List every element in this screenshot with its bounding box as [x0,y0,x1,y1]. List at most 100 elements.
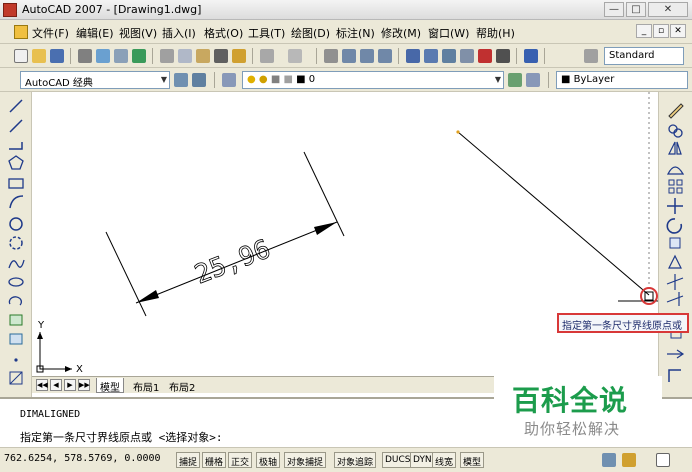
rectangle-icon[interactable] [8,178,24,189]
autocad-app-icon[interactable] [3,3,17,17]
menu-insert[interactable]: 插入(I) [162,25,196,41]
print-icon[interactable] [78,49,92,63]
revision-cloud-icon[interactable] [9,236,23,250]
menu-window[interactable]: 窗口(W) [428,25,469,41]
ellipse-icon[interactable] [8,277,24,287]
block-editor-icon[interactable] [232,49,246,63]
rotate-icon[interactable] [666,218,683,234]
new-icon[interactable] [14,49,28,63]
ortho-toggle[interactable]: 正交 [228,452,253,468]
menu-edit[interactable]: 编辑(E) [76,25,114,41]
doc-minimize-button[interactable]: _ [636,24,652,38]
design-center-icon[interactable] [424,49,438,63]
array-icon[interactable] [668,179,683,194]
move-icon[interactable] [667,198,683,214]
copy-icon[interactable] [178,49,192,63]
plot-preview-icon[interactable] [96,49,110,63]
circle-icon[interactable] [9,217,23,231]
layer-manager-icon[interactable] [222,73,236,87]
erase-icon[interactable] [668,103,684,119]
lineweight-toggle[interactable]: 线宽 [432,452,457,468]
minimize-button[interactable]: — [604,2,624,17]
text-style-select[interactable]: Standard [604,47,684,65]
save-icon[interactable] [50,49,64,63]
workspace-select[interactable]: AutoCAD 经典 ▼ [20,71,170,89]
osnap-toggle[interactable]: 对象捕捉 [284,452,327,468]
menu-file[interactable]: 文件(F) [32,25,69,41]
join-icon[interactable] [667,349,685,359]
offset-icon[interactable] [666,166,685,175]
document-icon[interactable] [14,25,28,39]
communication-center-icon[interactable] [602,453,616,467]
redo-icon[interactable] [288,49,302,63]
tab-layout1[interactable]: 布局1 [130,378,162,394]
help-icon[interactable] [524,49,538,63]
sheet-set-icon[interactable] [460,49,474,63]
save-workspace-icon[interactable] [192,73,206,87]
menu-tools[interactable]: 工具(T) [248,25,285,41]
doc-close-button[interactable]: ✕ [670,24,686,38]
polygon-icon[interactable] [8,155,24,170]
ducs-toggle[interactable]: DUCS [382,452,414,468]
zoom-realtime-icon[interactable] [342,49,356,63]
insert-block-icon[interactable] [9,314,23,326]
menu-format[interactable]: 格式(O) [204,25,243,41]
menu-dimension[interactable]: 标注(N) [336,25,375,41]
calculator-icon[interactable] [496,49,510,63]
properties-icon[interactable] [406,49,420,63]
3d-dwf-icon[interactable] [132,49,146,63]
match-properties-icon[interactable] [214,49,228,63]
tool-palettes-icon[interactable] [442,49,456,63]
open-icon[interactable] [32,49,46,63]
make-block-icon[interactable] [9,333,23,345]
last-tab-button[interactable]: ▶▶ [78,379,90,391]
polyline-icon[interactable] [9,142,23,150]
paste-icon[interactable] [196,49,210,63]
next-tab-button[interactable]: ▶ [64,379,76,391]
pan-icon[interactable] [324,49,338,63]
scale-icon[interactable] [669,237,681,249]
drawing-canvas[interactable]: 25,96 Y X [32,92,658,376]
menu-modify[interactable]: 修改(M) [381,25,421,41]
tab-model[interactable]: 模型 [96,378,124,394]
line-icon[interactable] [9,99,23,113]
arc-icon[interactable] [9,195,24,209]
lock-toolbar-icon[interactable] [622,453,636,467]
undo-icon[interactable] [260,49,274,63]
mirror-icon[interactable] [668,141,682,155]
zoom-previous-icon[interactable] [378,49,392,63]
color-select[interactable]: ■ ByLayer [556,71,688,89]
coordinate-readout[interactable]: 762.6254, 578.5769, 0.0000 [4,453,161,464]
make-layer-current-icon[interactable] [508,73,522,87]
command-prompt[interactable]: 指定第一条尺寸界线原点或 <选择对象>: [20,429,223,445]
dyn-toggle[interactable]: DYN [410,452,435,468]
snap-toggle[interactable]: 捕捉 [176,452,201,468]
zoom-window-icon[interactable] [360,49,374,63]
chamfer-icon[interactable] [668,369,681,382]
menu-help[interactable]: 帮助(H) [476,25,515,41]
doc-restore-button[interactable]: ▫ [653,24,669,38]
text-style-icon[interactable] [584,49,598,63]
grid-toggle[interactable]: 栅格 [202,452,227,468]
ellipse-arc-icon[interactable] [8,296,23,306]
layer-select[interactable]: ● ● ■ ■ ■ 0 ▼ [242,71,504,89]
stretch-icon[interactable] [668,254,682,269]
tab-layout2[interactable]: 布局2 [166,378,198,394]
point-icon[interactable] [14,358,18,362]
polar-toggle[interactable]: 极轴 [256,452,281,468]
menu-draw[interactable]: 绘图(D) [291,25,330,41]
spline-icon[interactable] [8,259,25,269]
clean-screen-icon[interactable] [656,453,670,467]
extend-icon[interactable] [666,292,684,306]
construction-line-icon[interactable] [9,119,23,133]
maximize-button[interactable]: □ [626,2,646,17]
trim-icon[interactable] [666,274,684,290]
close-button[interactable]: ✕ [648,2,688,17]
cut-icon[interactable] [160,49,174,63]
model-toggle[interactable]: 模型 [460,452,485,468]
workspace-settings-icon[interactable] [174,73,188,87]
prev-tab-button[interactable]: ◀ [50,379,62,391]
first-tab-button[interactable]: ◀◀ [36,379,48,391]
markup-icon[interactable] [478,49,492,63]
layer-previous-icon[interactable] [526,73,540,87]
